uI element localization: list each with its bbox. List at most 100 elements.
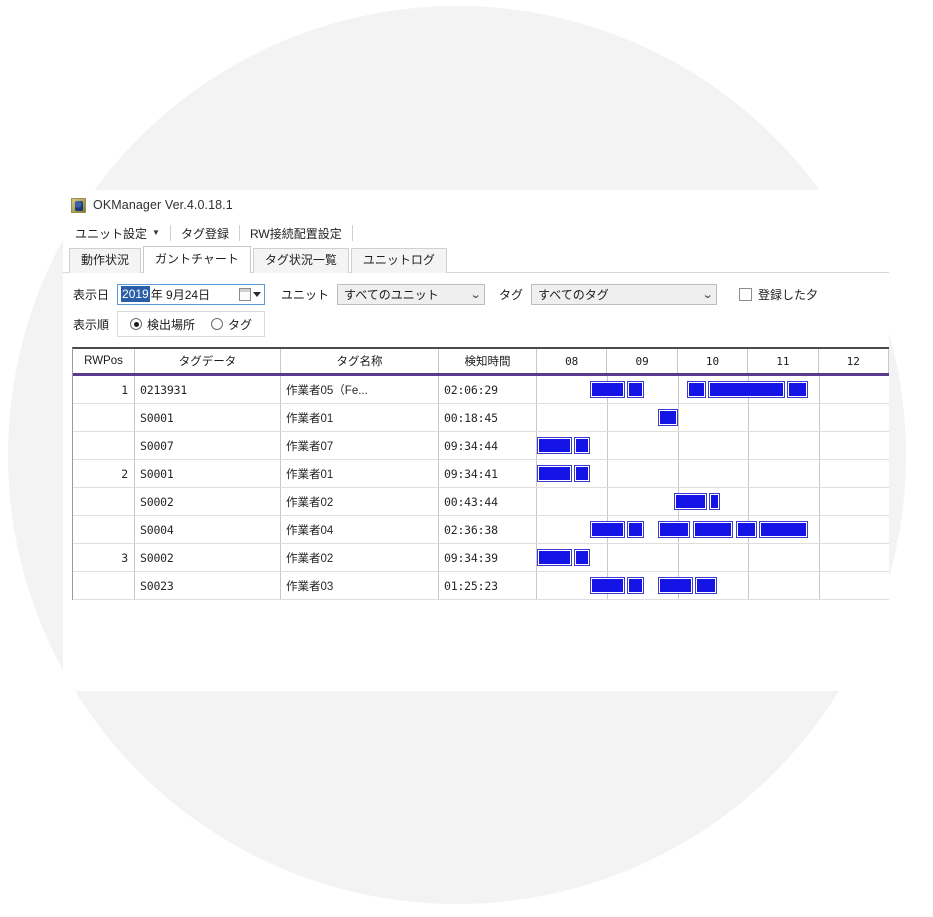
gantt-bar[interactable] <box>537 465 573 482</box>
cell-detect-time: 01:25:23 <box>439 572 537 599</box>
gantt-bar[interactable] <box>574 465 590 482</box>
gantt-bar[interactable] <box>627 521 644 538</box>
menu-item-tag-register[interactable]: タグ登録 <box>173 222 237 245</box>
menu-item-rw-placement[interactable]: RW接続配置設定 <box>242 222 350 245</box>
gantt-gridline <box>818 460 820 487</box>
cell-tagname: 作業者01 <box>281 460 439 487</box>
gantt-lane[interactable] <box>537 404 889 431</box>
gantt-bar[interactable] <box>686 381 706 398</box>
menu-item-unit-settings[interactable]: ユニット設定 ▼ <box>67 222 168 245</box>
cell-tagdata: S0001 <box>135 404 281 431</box>
gantt-gridline <box>677 404 679 431</box>
gantt-lane[interactable] <box>537 432 889 459</box>
gantt-bar[interactable] <box>658 409 678 426</box>
cell-rwpos <box>73 572 135 599</box>
timeline-header: 08 09 10 11 12 <box>537 349 889 373</box>
column-header-detect-time[interactable]: 検知時間 <box>439 349 537 373</box>
registered-tag-checkbox[interactable]: 登録した夕 <box>739 286 818 303</box>
table-row[interactable]: S0023 作業者03 01:25:23 <box>73 572 889 600</box>
gantt-bar[interactable] <box>658 577 694 594</box>
gantt-bar[interactable] <box>537 549 573 566</box>
gantt-bar[interactable] <box>674 493 708 510</box>
radio-detection-location[interactable]: 検出場所 <box>130 316 195 333</box>
gantt-bar[interactable] <box>627 577 644 594</box>
time-column-header-10: 10 <box>678 349 749 373</box>
display-date-input[interactable]: 2019 年 9月24日 <box>117 283 266 305</box>
chevron-down-icon: ⌄ <box>469 288 482 301</box>
gantt-bar[interactable] <box>589 521 625 538</box>
cell-tagname: 作業者02 <box>281 488 439 515</box>
cell-rwpos <box>73 488 135 515</box>
gantt-gridline <box>818 432 820 459</box>
date-picker-button[interactable] <box>239 287 263 301</box>
tab-gantt-chart[interactable]: ガントチャート <box>143 246 251 273</box>
date-year-segment[interactable]: 2019 <box>121 286 150 302</box>
table-row[interactable]: S0007 作業者07 09:34:44 <box>73 432 889 460</box>
tab-unit-log[interactable]: ユニットログ <box>350 248 447 273</box>
gantt-bar[interactable] <box>574 549 590 566</box>
gantt-bar[interactable] <box>658 521 691 538</box>
gantt-gridline <box>818 404 820 431</box>
gantt-gridline <box>818 516 820 543</box>
gantt-bar[interactable] <box>708 381 785 398</box>
gantt-bar[interactable] <box>537 437 573 454</box>
display-order-radiogroup: 検出場所 タグ <box>117 311 266 337</box>
cell-tagdata: S0001 <box>135 460 281 487</box>
gantt-bar[interactable] <box>735 521 757 538</box>
table-row[interactable]: S0004 作業者04 02:36:38 <box>73 516 889 544</box>
unit-select[interactable]: すべてのユニット ⌄ <box>337 283 486 305</box>
gantt-lane[interactable] <box>537 516 889 543</box>
gantt-bar[interactable] <box>695 577 717 594</box>
cell-rwpos <box>73 432 135 459</box>
gantt-gridline <box>818 376 820 403</box>
gantt-gridline <box>748 544 750 571</box>
column-header-tagname[interactable]: タグ名称 <box>281 349 439 373</box>
table-row[interactable]: 2 S0001 作業者01 09:34:41 <box>73 460 889 488</box>
table-row[interactable]: S0001 作業者01 00:18:45 <box>73 404 889 432</box>
gantt-lane[interactable] <box>537 488 889 515</box>
gantt-lane[interactable] <box>537 376 889 403</box>
tab-operation-status[interactable]: 動作状況 <box>69 248 142 273</box>
gantt-gridline <box>677 544 679 571</box>
cell-detect-time: 00:18:45 <box>439 404 537 431</box>
gantt-lane[interactable] <box>537 572 889 599</box>
cell-tagdata: S0023 <box>135 572 281 599</box>
cell-detect-time: 00:43:44 <box>439 488 537 515</box>
radio-tag[interactable]: タグ <box>211 316 252 333</box>
table-row[interactable]: S0002 作業者02 00:43:44 <box>73 488 889 516</box>
gantt-gridline <box>748 432 750 459</box>
cell-tagdata: S0004 <box>135 516 281 543</box>
cell-tagname: 作業者02 <box>281 544 439 571</box>
gantt-bar[interactable] <box>786 381 809 398</box>
table-row[interactable]: 3 S0002 作業者02 09:34:39 <box>73 544 889 572</box>
radio-detection-location-label: 検出場所 <box>147 317 196 332</box>
table-row[interactable]: 1 0213931 作業者05（Fe... 02:06:29 <box>73 376 889 404</box>
cell-detect-time: 09:34:41 <box>439 460 537 487</box>
cell-rwpos: 2 <box>73 460 135 487</box>
radio-unselected-icon[interactable] <box>211 318 224 330</box>
gantt-bar[interactable] <box>627 381 644 398</box>
gantt-bar[interactable] <box>589 577 625 594</box>
radio-selected-icon[interactable] <box>130 318 143 330</box>
tab-tag-status-list[interactable]: タグ状況一覧 <box>252 248 349 273</box>
filter-panel: 表示日 2019 年 9月24日 ユニット すべてのユニット ⌄ タグ すべての… <box>63 273 889 347</box>
gantt-lane[interactable] <box>537 460 889 487</box>
cell-detect-time: 02:06:29 <box>439 376 537 403</box>
gantt-bar[interactable] <box>574 437 590 454</box>
registered-tag-checkbox-label: 登録した夕 <box>758 287 819 302</box>
tag-select[interactable]: すべてのタグ ⌄ <box>531 283 718 305</box>
gantt-bar[interactable] <box>589 381 625 398</box>
column-header-rwpos[interactable]: RWPos <box>73 349 135 373</box>
checkbox-icon[interactable] <box>739 287 753 301</box>
cell-tagdata: S0002 <box>135 544 281 571</box>
gantt-gridline <box>677 432 679 459</box>
date-rest-segment[interactable]: 年 9月24日 <box>150 286 210 303</box>
gantt-lane[interactable] <box>537 544 889 571</box>
gantt-bar[interactable] <box>758 521 809 538</box>
app-icon <box>71 197 86 213</box>
window-title: OKManager Ver.4.0.18.1 <box>93 198 233 212</box>
column-header-tagdata[interactable]: タグデータ <box>135 349 281 373</box>
gantt-bar[interactable] <box>709 493 721 510</box>
gantt-gridline <box>607 460 609 487</box>
gantt-bar[interactable] <box>693 521 733 538</box>
